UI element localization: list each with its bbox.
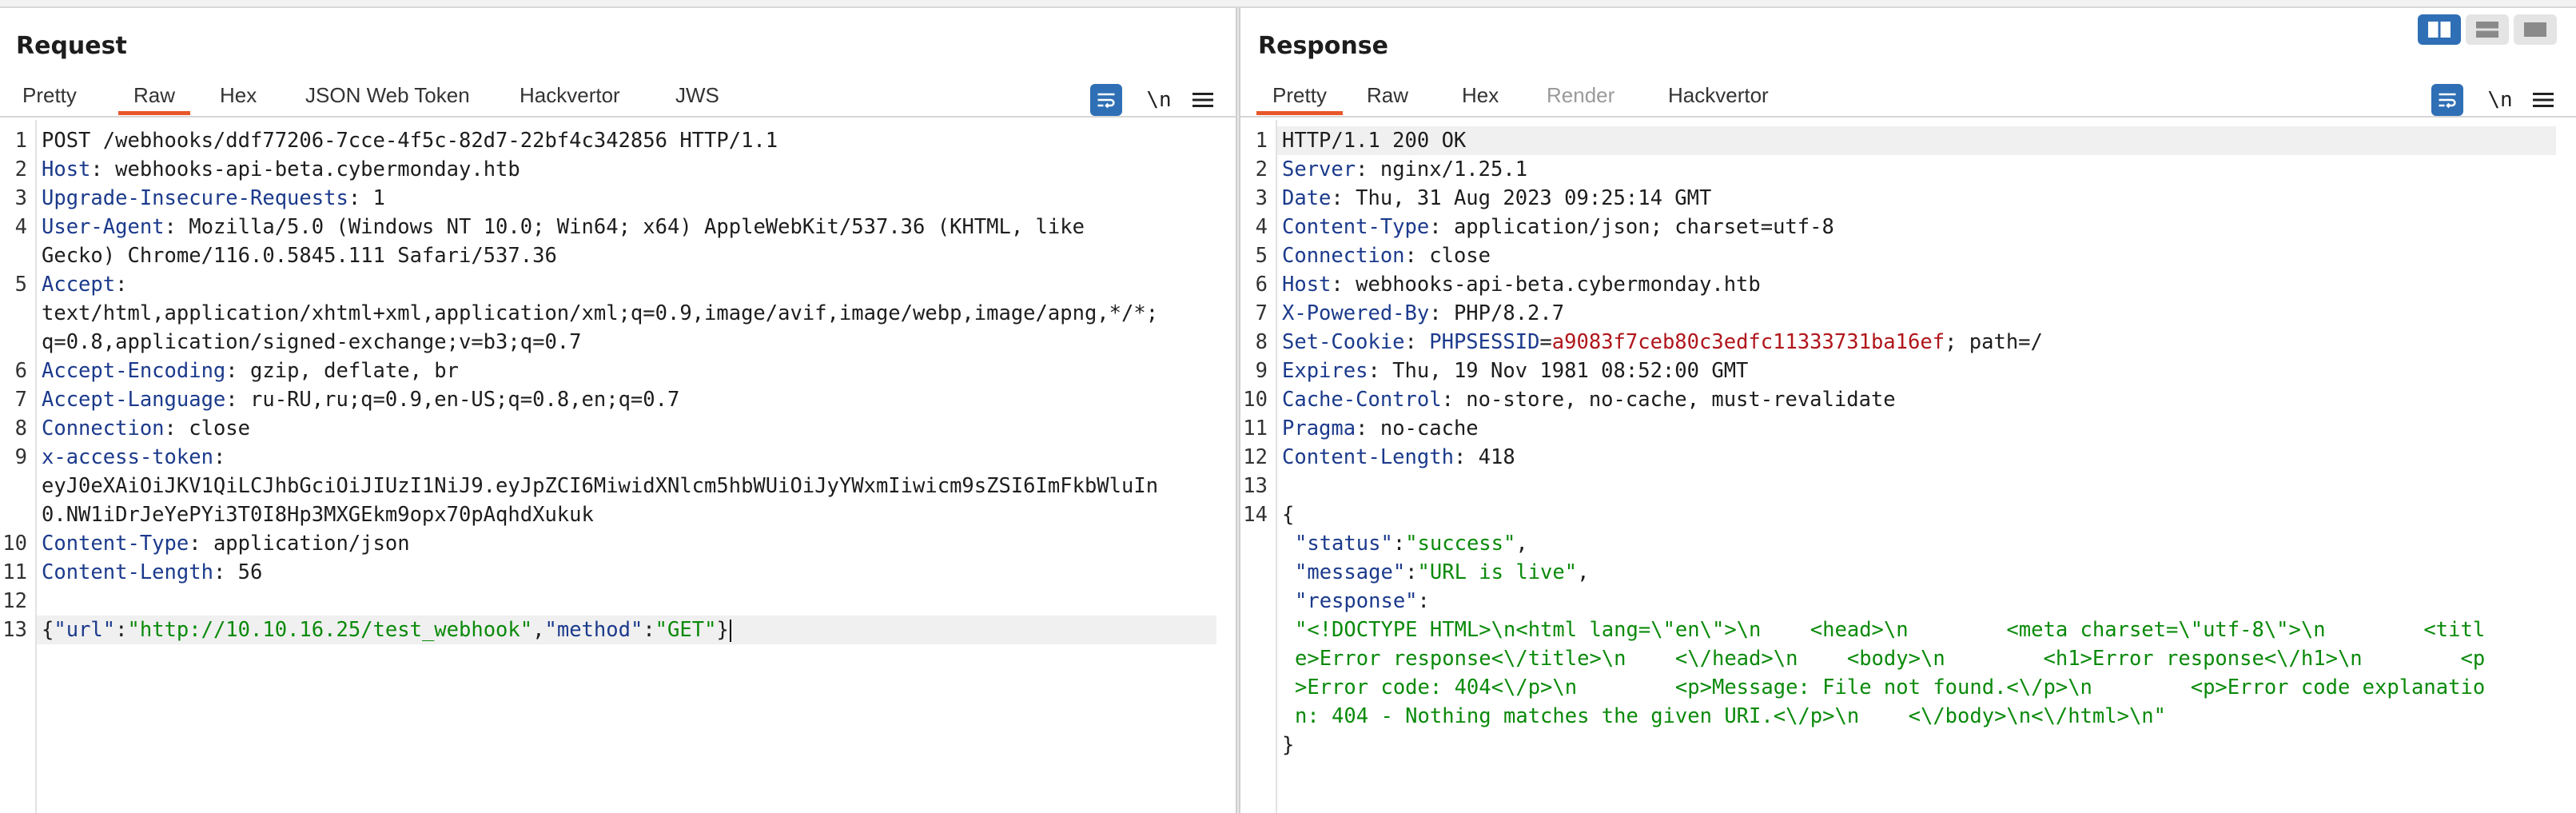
json-response-key: "response": bbox=[1295, 589, 1430, 613]
tab-raw[interactable]: Raw bbox=[1359, 77, 1416, 115]
response-editor[interactable]: 1 HTTP/1.1 200 OK 2 Server: nginx/1.25.1… bbox=[1240, 120, 2576, 813]
request-pane: Request Pretty Raw Hex JSON Web Token Ha… bbox=[0, 8, 1236, 813]
single-pane-icon[interactable] bbox=[2514, 14, 2557, 45]
header-content-length: 12 Content-Length: 418 bbox=[1243, 445, 1515, 469]
tab-raw[interactable]: Raw bbox=[118, 77, 190, 115]
header-connection: 8 Connection: close bbox=[14, 416, 251, 440]
header-content-length: 11 Content-Length: 56 bbox=[2, 560, 263, 584]
status-line: 1 HTTP/1.1 200 OK bbox=[1256, 126, 2556, 155]
header-x-access-token-cont: eyJ0eXAiOiJKV1QiLCJhbGciOiJIUzI1NiJ9.eyJ… bbox=[42, 474, 1159, 498]
request-line-1: 1 POST /webhooks/ddf77206-7cce-4f5c-82d7… bbox=[0, 126, 1236, 155]
header-host: 2 Host: webhooks-api-beta.cybermonday.ht… bbox=[14, 157, 520, 181]
header-x-access-token: 9 x-access-token: bbox=[14, 445, 226, 469]
request-tabs: Pretty Raw Hex JSON Web Token Hackvertor… bbox=[0, 77, 1236, 117]
header-accept-cont: text/html,application/xhtml+xml,applicat… bbox=[42, 301, 1159, 325]
json-close-brace: } bbox=[1282, 733, 1295, 757]
header-server: 2 Server: nginx/1.25.1 bbox=[1255, 157, 1528, 181]
menu-icon[interactable] bbox=[1187, 84, 1219, 116]
show-newlines-button[interactable]: \n bbox=[1143, 84, 1175, 116]
show-newlines-button[interactable]: \n bbox=[2484, 84, 2516, 116]
word-wrap-icon[interactable] bbox=[2431, 84, 2463, 116]
tab-jws[interactable]: JWS bbox=[667, 77, 727, 115]
header-user-agent-cont: Gecko) Chrome/116.0.5845.111 Safari/537.… bbox=[42, 244, 557, 268]
header-accept-encoding: 6 Accept-Encoding: gzip, deflate, br bbox=[14, 359, 459, 383]
json-open-brace: 14 { bbox=[1243, 503, 1295, 527]
json-response-value-3: >Error code: 404<\/p>\n <p>Message: File… bbox=[1295, 676, 2486, 699]
blank-line: 12 bbox=[2, 589, 27, 613]
response-pane: Response Pretty Raw Hex Render Hackverto… bbox=[1240, 8, 2576, 813]
header-pragma: 11 Pragma: no-cache bbox=[1243, 416, 1479, 440]
split-horizontal-icon[interactable] bbox=[2418, 14, 2461, 45]
header-expires: 9 Expires: Thu, 19 Nov 1981 08:52:00 GMT bbox=[1255, 359, 1749, 383]
word-wrap-icon[interactable] bbox=[1090, 84, 1122, 116]
tab-json-web-token[interactable]: JSON Web Token bbox=[297, 77, 478, 115]
menu-icon[interactable] bbox=[2527, 84, 2559, 116]
response-title: Response bbox=[1258, 32, 1388, 60]
blank-line: 13 bbox=[1243, 474, 1268, 498]
header-accept-cont2: q=0.8,application/signed-exchange;v=b3;q… bbox=[42, 330, 582, 354]
json-response-value-4: n: 404 - Nothing matches the given URI.<… bbox=[1295, 704, 2167, 728]
tab-pretty[interactable]: Pretty bbox=[1256, 77, 1343, 115]
split-vertical-icon[interactable] bbox=[2466, 14, 2509, 45]
header-set-cookie: 8 Set-Cookie: PHPSESSID=a9083f7ceb80c3ed… bbox=[1255, 330, 2043, 354]
request-line: POST /webhooks/ddf77206-7cce-4f5c-82d7-2… bbox=[42, 129, 778, 153]
header-content-type: 10 Content-Type: application/json bbox=[2, 532, 410, 556]
header-x-access-token-cont2: 0.NW1iDrJeYePYi3T0I8Hp3MXGEkm9opx70pAqhd… bbox=[42, 503, 594, 527]
json-status: "status":"success", bbox=[1295, 532, 1528, 556]
request-editor[interactable]: 1 POST /webhooks/ddf77206-7cce-4f5c-82d7… bbox=[0, 120, 1236, 813]
header-x-powered-by: 7 X-Powered-By: PHP/8.2.7 bbox=[1255, 301, 1565, 325]
json-response-value-1: "<!DOCTYPE HTML>\n<html lang=\"en\">\n <… bbox=[1295, 618, 2486, 642]
tab-pretty[interactable]: Pretty bbox=[14, 77, 85, 115]
response-tabs: Pretty Raw Hex Render Hackvertor bbox=[1240, 77, 2576, 117]
request-body-line[interactable]: 13 {"url":"http://10.10.16.25/test_webho… bbox=[2, 616, 1216, 644]
tab-hackvertor[interactable]: Hackvertor bbox=[512, 77, 628, 115]
layout-toggle-group bbox=[2418, 14, 2557, 45]
tab-render[interactable]: Render bbox=[1539, 77, 1622, 115]
header-host: 6 Host: webhooks-api-beta.cybermonday.ht… bbox=[1255, 273, 1761, 297]
header-date: 3 Date: Thu, 31 Aug 2023 09:25:14 GMT bbox=[1255, 186, 1712, 210]
request-title: Request bbox=[16, 32, 127, 60]
tab-hex[interactable]: Hex bbox=[212, 77, 265, 115]
header-accept-language: 7 Accept-Language: ru-RU,ru;q=0.9,en-US;… bbox=[14, 388, 680, 412]
header-cache-control: 10 Cache-Control: no-store, no-cache, mu… bbox=[1243, 388, 1896, 412]
tabs-divider bbox=[1240, 116, 2576, 118]
header-accept: 5 Accept: bbox=[14, 273, 128, 297]
header-upgrade-insecure-requests: 3 Upgrade-Insecure-Requests: 1 bbox=[14, 186, 385, 210]
tab-hackvertor[interactable]: Hackvertor bbox=[1660, 77, 1777, 115]
text-caret bbox=[729, 620, 731, 642]
json-message: "message":"URL is live", bbox=[1295, 560, 1590, 584]
tabs-divider bbox=[0, 116, 1236, 118]
window-top-bar bbox=[0, 0, 2576, 8]
header-content-type: 4 Content-Type: application/json; charse… bbox=[1255, 215, 1834, 239]
json-response-value-2: e>Error response<\/title>\n <\/head>\n <… bbox=[1295, 647, 2486, 671]
header-user-agent: 4 User-Agent: Mozilla/5.0 (Windows NT 10… bbox=[14, 215, 1085, 239]
tab-hex[interactable]: Hex bbox=[1454, 77, 1507, 115]
header-connection: 5 Connection: close bbox=[1255, 244, 1491, 268]
